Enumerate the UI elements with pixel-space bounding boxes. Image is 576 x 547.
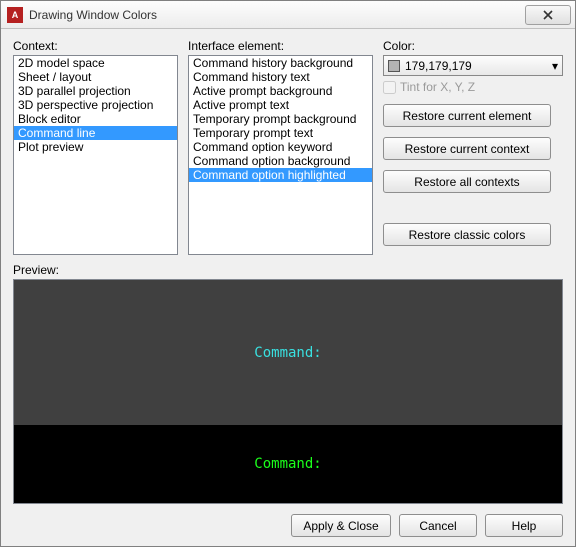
restore-classic-button[interactable]: Restore classic colors [383,223,551,246]
preview-label: Preview: [13,263,563,277]
preview-prompt-text: Command: [254,456,321,472]
restore-all-button[interactable]: Restore all contexts [383,170,551,193]
context-item[interactable]: Plot preview [14,140,177,154]
preview-history-area: Command: [14,280,562,425]
window-title: Drawing Window Colors [29,8,525,22]
preview-history-text: Command: [254,345,321,361]
tint-checkbox [383,81,396,94]
tint-row: Tint for X, Y, Z [383,80,563,94]
element-label: Interface element: [188,39,373,53]
context-item[interactable]: Command line [14,126,177,140]
element-item[interactable]: Command option highlighted [189,168,372,182]
help-button[interactable]: Help [485,514,563,537]
color-swatch-icon [388,60,400,72]
context-item[interactable]: 2D model space [14,56,177,70]
element-item[interactable]: Active prompt background [189,84,372,98]
apply-close-button[interactable]: Apply & Close [291,514,391,537]
close-button[interactable] [525,5,571,25]
dialog-footer: Apply & Close Cancel Help [13,514,563,537]
context-item[interactable]: Sheet / layout [14,70,177,84]
element-item[interactable]: Temporary prompt background [189,112,372,126]
context-item[interactable]: 3D parallel projection [14,84,177,98]
tint-label: Tint for X, Y, Z [400,80,475,94]
restore-element-button[interactable]: Restore current element [383,104,551,127]
app-icon: A [7,7,23,23]
restore-context-button[interactable]: Restore current context [383,137,551,160]
element-listbox[interactable]: Command history backgroundCommand histor… [188,55,373,255]
dialog-content: Context: 2D model spaceSheet / layout3D … [1,29,575,546]
element-item[interactable]: Command option background [189,154,372,168]
context-item[interactable]: Block editor [14,112,177,126]
element-item[interactable]: Temporary prompt text [189,126,372,140]
element-item[interactable]: Command option keyword [189,140,372,154]
element-item[interactable]: Command history background [189,56,372,70]
element-item[interactable]: Command history text [189,70,372,84]
cancel-button[interactable]: Cancel [399,514,477,537]
context-listbox[interactable]: 2D model spaceSheet / layout3D parallel … [13,55,178,255]
close-icon [543,10,553,20]
color-dropdown[interactable]: 179,179,179 ▾ [383,55,563,76]
titlebar: A Drawing Window Colors [1,1,575,29]
dropdown-arrow-icon: ▾ [552,59,558,73]
element-item[interactable]: Active prompt text [189,98,372,112]
preview-prompt-area: Command: [14,425,562,503]
context-item[interactable]: 3D perspective projection [14,98,177,112]
color-label: Color: [383,39,563,53]
context-label: Context: [13,39,178,53]
color-value: 179,179,179 [405,59,472,73]
preview-panel: Command: Command: [13,279,563,504]
